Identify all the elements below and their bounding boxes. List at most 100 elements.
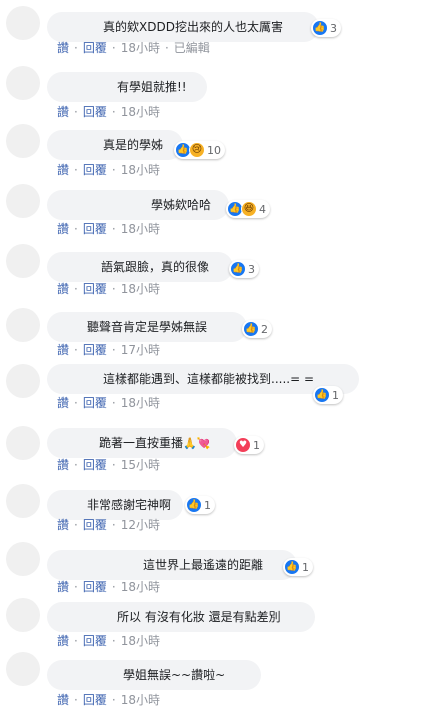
comment-actions: 讚 · 回覆 · 18小時 (57, 580, 160, 594)
reaction-summary[interactable]: 👍 😆 4 (226, 200, 270, 218)
reply-button[interactable]: 回覆 (83, 105, 107, 119)
reaction-count: 3 (248, 262, 255, 276)
comment-actions: 讚 · 回覆 · 18小時 (57, 396, 160, 410)
timestamp[interactable]: 18小時 (121, 163, 160, 177)
comment-text: 有學姐就推!! (117, 80, 187, 94)
like-button[interactable]: 讚 (57, 41, 69, 55)
timestamp[interactable]: 18小時 (121, 105, 160, 119)
reaction-count: 1 (204, 498, 211, 512)
reply-button[interactable]: 回覆 (83, 634, 107, 648)
reply-button[interactable]: 回覆 (83, 458, 107, 472)
reply-button[interactable]: 回覆 (83, 222, 107, 236)
emoji-inline: 🙏💘 (183, 437, 211, 450)
comment-text: 語氣跟臉，真的很像 (101, 260, 210, 274)
avatar[interactable] (6, 652, 40, 686)
reply-button[interactable]: 回覆 (83, 396, 107, 410)
like-button[interactable]: 讚 (57, 580, 69, 594)
reply-button[interactable]: 回覆 (83, 693, 107, 707)
avatar[interactable] (6, 124, 40, 158)
reaction-summary[interactable]: 👍 3 (311, 19, 341, 37)
comment-text: 學姊欸哈哈 (151, 198, 212, 212)
reply-button[interactable]: 回覆 (83, 580, 107, 594)
like-button[interactable]: 讚 (57, 693, 69, 707)
comment-bubble: 語氣跟臉，真的很像 (47, 252, 233, 282)
comment-bubble: 有學姐就推!! (47, 72, 207, 102)
sad-icon: 😢 (189, 142, 205, 158)
comment-bubble: 學姐無誤~~讚啦~ (47, 660, 261, 690)
timestamp[interactable]: 12小時 (121, 518, 160, 532)
reaction-summary[interactable]: 👍 1 (185, 496, 215, 514)
avatar[interactable] (6, 484, 40, 518)
reply-button[interactable]: 回覆 (83, 163, 107, 177)
timestamp[interactable]: 18小時 (121, 634, 160, 648)
reply-button[interactable]: 回覆 (83, 518, 107, 532)
reaction-count: 2 (261, 322, 268, 336)
reaction-summary[interactable]: 👍 1 (283, 558, 313, 576)
like-button[interactable]: 讚 (57, 222, 69, 236)
reaction-summary[interactable]: 👍 2 (242, 320, 272, 338)
like-button[interactable]: 讚 (57, 518, 69, 532)
reaction-summary[interactable]: ♥ 1 (234, 436, 264, 454)
comment-text: 所以 有沒有化妝 還是有點差別 (117, 610, 281, 624)
like-button[interactable]: 讚 (57, 634, 69, 648)
avatar[interactable] (6, 244, 40, 278)
reaction-summary[interactable]: 👍 3 (229, 260, 259, 278)
reaction-summary[interactable]: 👍 😢 10 (174, 141, 225, 159)
comment-text: 真是的學姊 (103, 138, 164, 152)
comment-actions: 讚 · 回覆 · 18小時 (57, 634, 160, 648)
comment-bubble: 真是的學姊 (47, 130, 183, 160)
reply-button[interactable]: 回覆 (83, 282, 107, 296)
avatar[interactable] (6, 426, 40, 460)
avatar[interactable] (6, 542, 40, 576)
avatar[interactable] (6, 364, 40, 398)
avatar[interactable] (6, 66, 40, 100)
reaction-count: 1 (253, 438, 260, 452)
like-button[interactable]: 讚 (57, 396, 69, 410)
like-button[interactable]: 讚 (57, 343, 69, 357)
avatar[interactable] (6, 598, 40, 632)
comment-bubble: 這樣都能遇到、這樣都能被找到.....= = (47, 364, 359, 394)
comment-bubble: 所以 有沒有化妝 還是有點差別 (47, 602, 315, 632)
like-icon: 👍 (312, 20, 328, 36)
like-icon: 👍 (186, 497, 202, 513)
reply-button[interactable]: 回覆 (83, 41, 107, 55)
like-icon: 👍 (230, 261, 246, 277)
edited-label[interactable]: 已編輯 (174, 41, 210, 55)
comment-bubble: 跪著一直按重播🙏💘 (47, 428, 237, 458)
comment-text-main: 跪著一直按重播 (99, 436, 184, 450)
like-icon: 👍 (314, 387, 330, 403)
timestamp[interactable]: 18小時 (121, 41, 160, 55)
comment-actions: 讚 · 回覆 · 18小時 (57, 222, 160, 236)
reply-button[interactable]: 回覆 (83, 343, 107, 357)
comment-text: 跪著一直按重播🙏💘 (99, 436, 210, 451)
timestamp[interactable]: 18小時 (121, 580, 160, 594)
heart-icon: ♥ (235, 437, 251, 453)
comment-text: 聽聲音肯定是學姊無誤 (87, 320, 208, 334)
comment-actions: 讚 · 回覆 · 18小時 (57, 282, 160, 296)
avatar[interactable] (6, 308, 40, 342)
like-button[interactable]: 讚 (57, 163, 69, 177)
like-button[interactable]: 讚 (57, 458, 69, 472)
timestamp[interactable]: 18小時 (121, 396, 160, 410)
timestamp[interactable]: 15小時 (121, 458, 160, 472)
timestamp[interactable]: 18小時 (121, 282, 160, 296)
reaction-count: 4 (259, 202, 266, 216)
timestamp[interactable]: 17小時 (121, 343, 160, 357)
comment-actions: 讚 · 回覆 · 18小時 (57, 163, 160, 177)
avatar[interactable] (6, 184, 40, 218)
timestamp[interactable]: 18小時 (121, 693, 160, 707)
comment-bubble: 真的欸XDDD挖出來的人也太厲害 (47, 12, 319, 42)
timestamp[interactable]: 18小時 (121, 222, 160, 236)
avatar[interactable] (6, 6, 40, 40)
like-button[interactable]: 讚 (57, 282, 69, 296)
comment-bubble: 聽聲音肯定是學姊無誤 (47, 312, 247, 342)
comment-actions: 讚 · 回覆 · 15小時 (57, 458, 160, 472)
reaction-count: 1 (302, 560, 309, 574)
haha-icon: 😆 (241, 201, 257, 217)
reaction-summary[interactable]: 👍 1 (313, 386, 343, 404)
like-button[interactable]: 讚 (57, 105, 69, 119)
comment-actions: 讚 · 回覆 · 18小時 (57, 105, 160, 119)
comment-text: 這世界上最遙遠的距離 (143, 558, 264, 572)
comment-actions: 讚 · 回覆 · 18小時 (57, 693, 160, 707)
reaction-count: 1 (332, 388, 339, 402)
